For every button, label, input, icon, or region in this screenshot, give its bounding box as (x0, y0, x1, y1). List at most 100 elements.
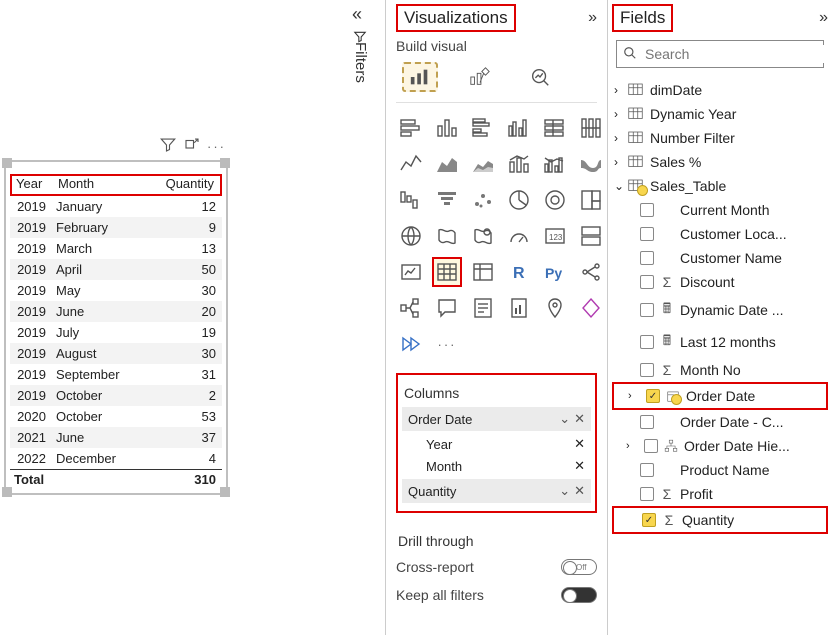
viz-funnel-icon[interactable] (432, 185, 462, 215)
field-profit[interactable]: ΣProfit (612, 482, 828, 506)
format-visual-tab[interactable] (462, 62, 498, 92)
table-number-filter[interactable]: ›Number Filter (612, 126, 828, 150)
viz-100-stacked-bar-icon[interactable] (540, 113, 570, 143)
viz-azure-map-icon[interactable] (468, 221, 498, 251)
table-row[interactable]: 2019July19 (10, 322, 222, 343)
field-customer-name[interactable]: Customer Name (612, 246, 828, 270)
viz-line-stacked-column-icon[interactable] (504, 149, 534, 179)
field-discount[interactable]: ΣDiscount (612, 270, 828, 294)
viz-waterfall-icon[interactable] (396, 185, 426, 215)
filters-pane-collapsed[interactable]: « Filters (346, 0, 386, 635)
table-row[interactable]: 2022December4 (10, 448, 222, 469)
checkbox[interactable] (640, 463, 654, 477)
well-order-date[interactable]: Order Date ⌄✕ (402, 407, 591, 431)
viz-clustered-column-icon[interactable] (504, 113, 534, 143)
keep-all-filters-toggle[interactable] (561, 587, 597, 603)
field-customer-loca[interactable]: Customer Loca... (612, 222, 828, 246)
field-dynamic-date[interactable]: 🖩Dynamic Date ... (612, 294, 828, 326)
expand-chevron-icon[interactable]: » (588, 9, 597, 27)
table-row[interactable]: 2019February9 (10, 217, 222, 238)
header-quantity[interactable]: Quantity (154, 176, 220, 191)
viz-more-visuals-icon[interactable]: ··· (432, 329, 462, 359)
field-order-date-hie[interactable]: ›Order Date Hie... (612, 434, 828, 458)
checkbox[interactable] (640, 303, 654, 317)
viz-line-icon[interactable] (396, 149, 426, 179)
table-visual[interactable]: ··· Year Month Quantity 2019January12201… (4, 160, 228, 495)
remove-icon[interactable]: ✕ (574, 411, 585, 427)
viz-pie-icon[interactable] (504, 185, 534, 215)
checkbox[interactable] (640, 275, 654, 289)
viz-scatter-icon[interactable] (468, 185, 498, 215)
viz-python-visual-icon[interactable]: Py (540, 257, 570, 287)
viz-line-clustered-column-icon[interactable] (540, 149, 570, 179)
viz-stacked-column-icon[interactable] (432, 113, 462, 143)
well-quantity[interactable]: Quantity ⌄✕ (402, 479, 591, 503)
viz-multi-row-card-icon[interactable] (576, 221, 606, 251)
table-row[interactable]: 2019September31 (10, 364, 222, 385)
chevron-down-icon[interactable]: ⌄ (559, 483, 570, 499)
remove-icon[interactable]: ✕ (574, 458, 585, 473)
viz-matrix-icon[interactable] (468, 257, 498, 287)
remove-icon[interactable]: ✕ (574, 436, 585, 451)
field-product-name[interactable]: Product Name (612, 458, 828, 482)
checkbox[interactable] (640, 227, 654, 241)
well-month[interactable]: Month ✕ (402, 455, 591, 477)
table-sales-pct[interactable]: ›Sales % (612, 150, 828, 174)
viz-smart-narrative-icon[interactable] (468, 293, 498, 323)
table-row[interactable]: 2019June20 (10, 301, 222, 322)
viz-arcgis-map-icon[interactable] (540, 293, 570, 323)
viz-gauge-icon[interactable] (504, 221, 534, 251)
viz-power-apps-icon[interactable] (576, 293, 606, 323)
field-order-date-c[interactable]: Order Date - C... (612, 410, 828, 434)
table-row[interactable]: 2020October53 (10, 406, 222, 427)
chevron-down-icon[interactable]: ⌄ (559, 411, 570, 427)
viz-area-icon[interactable] (432, 149, 462, 179)
field-current-month[interactable]: Current Month (612, 198, 828, 222)
well-year[interactable]: Year ✕ (402, 433, 591, 455)
viz-treemap-icon[interactable] (576, 185, 606, 215)
expand-chevron-icon[interactable]: » (819, 9, 828, 27)
table-row[interactable]: 2019October2 (10, 385, 222, 406)
field-last-12[interactable]: 🖩Last 12 months (612, 326, 828, 358)
fields-search[interactable] (616, 40, 824, 68)
checkbox-checked[interactable] (642, 513, 656, 527)
checkbox[interactable] (640, 363, 654, 377)
remove-icon[interactable]: ✕ (574, 483, 585, 499)
checkbox[interactable] (640, 203, 654, 217)
collapse-chevron-icon[interactable]: « (352, 4, 362, 25)
search-input[interactable] (643, 45, 828, 63)
table-row[interactable]: 2019March13 (10, 238, 222, 259)
checkbox[interactable] (644, 439, 658, 453)
viz-card-icon[interactable]: 123 (540, 221, 570, 251)
more-options-icon[interactable]: ··· (207, 139, 226, 154)
viz-r-visual-icon[interactable]: R (504, 257, 534, 287)
viz-qa-icon[interactable] (432, 293, 462, 323)
checkbox[interactable] (640, 251, 654, 265)
viz-donut-icon[interactable] (540, 185, 570, 215)
header-month[interactable]: Month (54, 176, 154, 191)
table-row[interactable]: 2019April50 (10, 259, 222, 280)
viz-stacked-bar-icon[interactable] (396, 113, 426, 143)
filter-icon[interactable] (159, 136, 177, 157)
analytics-tab[interactable] (522, 62, 558, 92)
viz-map-icon[interactable] (396, 221, 426, 251)
checkbox[interactable] (640, 335, 654, 349)
field-month-no[interactable]: ΣMonth No (612, 358, 828, 382)
field-quantity[interactable]: ΣQuantity (612, 506, 828, 534)
table-row[interactable]: 2019January12 (10, 196, 222, 217)
table-dynamic-year[interactable]: ›Dynamic Year (612, 102, 828, 126)
viz-table-icon[interactable] (432, 257, 462, 287)
viz-ribbon-icon[interactable] (576, 149, 606, 179)
checkbox[interactable] (640, 415, 654, 429)
header-year[interactable]: Year (12, 176, 54, 191)
checkbox-checked[interactable] (646, 389, 660, 403)
table-dimdate[interactable]: ›dimDate (612, 78, 828, 102)
viz-100-stacked-column-icon[interactable] (576, 113, 606, 143)
viz-stacked-area-icon[interactable] (468, 149, 498, 179)
cross-report-toggle[interactable]: Off (561, 559, 597, 575)
build-visual-tab[interactable] (402, 62, 438, 92)
table-row[interactable]: 2021June37 (10, 427, 222, 448)
viz-kpi-icon[interactable] (396, 257, 426, 287)
viz-decomposition-tree-icon[interactable] (396, 293, 426, 323)
field-order-date[interactable]: ›Order Date (612, 382, 828, 410)
